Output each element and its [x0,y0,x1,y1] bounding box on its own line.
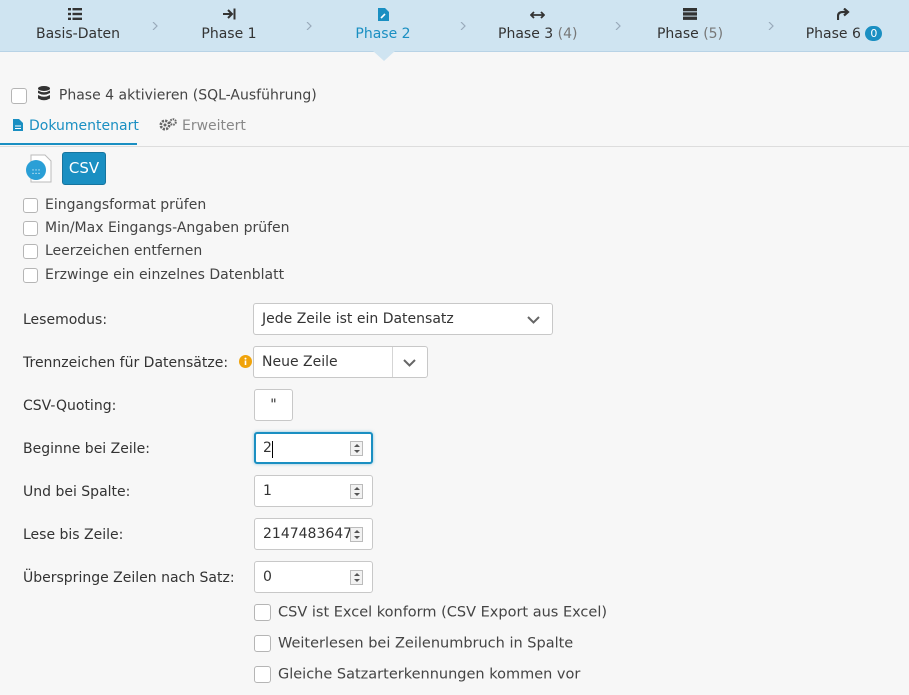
list-icon [36,8,114,24]
wizard-bar: Basis-Daten Phase 1 Phase 2 Phase 3 (4) … [0,0,909,52]
step-label: Phase 6 0 [803,26,885,42]
checkbox[interactable] [23,197,38,213]
step-phase-5[interactable]: Phase (5) [656,0,724,51]
step-label: Phase 3 (4) [498,26,578,42]
step-phase-1[interactable]: Phase 1 [200,0,258,51]
check-excel-konform[interactable]: CSV ist Excel konform (CSV Export aus Ex… [254,604,607,621]
check-minmax[interactable]: Min/Max Eingangs-Angaben prüfen [23,220,290,236]
chevron-right-icon [615,22,621,30]
arrow-to-right-icon [200,8,258,24]
check-weiterlesen[interactable]: Weiterlesen bei Zeilenumbruch in Spalte [254,635,573,652]
quoting-input[interactable]: " [254,389,293,421]
spinner-icon[interactable] [350,484,363,499]
step-phase-3[interactable]: Phase 3 (4) [498,0,578,51]
ueberspringe-input[interactable]: 0 [254,561,373,593]
tab-erweitert[interactable]: Erweitert [159,118,246,135]
phase4-toggle[interactable]: Phase 4 aktivieren (SQL-Ausführung) [11,86,317,105]
trennzeichen-label: Trennzeichen für Datensätze: [23,355,252,372]
check-satzarterkennungen[interactable]: Gleiche Satzarterkennungen kommen vor [254,666,580,683]
chevron-right-icon [306,22,312,30]
lese-bis-label: Lese bis Zeile: [23,527,124,543]
spalte-input[interactable]: 1 [254,475,373,507]
ueberspringe-label: Überspringe Zeilen nach Satz: [23,570,235,586]
step-label: Phase (5) [656,26,724,42]
active-step-pointer [373,51,395,61]
file-edit-icon [354,8,412,24]
phase4-label: Phase 4 aktivieren (SQL-Ausführung) [58,87,317,104]
step-phase-2[interactable]: Phase 2 [354,0,412,51]
spinner-icon[interactable] [350,570,363,585]
spinner-icon[interactable] [350,527,363,542]
info-icon [238,355,252,372]
checkbox[interactable] [254,635,271,652]
file-icon [13,119,23,135]
step-label: Basis-Daten [36,26,121,42]
chevron-right-icon [152,22,158,30]
quoting-label: CSV-Quoting: [23,398,117,414]
beginne-zeile-label: Beginne bei Zeile: [23,441,150,457]
share-arrow-icon [803,7,885,24]
step-label: Phase 2 [355,26,411,42]
text-cursor [272,441,273,458]
tab-dokumentenart[interactable]: Dokumentenart [13,118,139,135]
chevron-right-icon [460,22,466,30]
svg-text::::: ::: [31,167,40,177]
check-datenblatt[interactable]: Erzwinge ein einzelnes Datenblatt [23,267,284,283]
lese-bis-input[interactable]: 2147483647 [254,518,373,550]
csv-button[interactable]: CSV [62,152,106,185]
checkbox[interactable] [23,243,38,259]
checkbox[interactable] [23,267,38,283]
checkbox[interactable] [254,604,271,621]
server-icon [656,8,724,24]
tab-bar: Dokumentenart Erweitert [0,112,909,147]
lesemodus-select[interactable]: Jede Zeile ist ein Datensatz [253,303,553,335]
check-eingangsformat[interactable]: Eingangsformat prüfen [23,197,206,213]
divider [392,347,393,377]
chevron-down-icon [527,316,540,324]
chevron-right-icon [768,22,774,30]
active-tab-indicator [0,143,137,145]
gears-icon [159,118,177,135]
csv-file-icon: ::: [23,154,53,188]
step-basis-daten[interactable]: Basis-Daten [36,0,121,51]
checkbox[interactable] [254,666,271,683]
step-phase-6[interactable]: Phase 6 0 [803,0,885,51]
beginne-zeile-input[interactable]: 2 [254,432,373,464]
lesemodus-label: Lesemodus: [23,312,108,328]
phase4-checkbox[interactable] [11,87,27,104]
step-label: Phase 1 [201,26,257,42]
trennzeichen-select[interactable]: Neue Zeile [253,346,428,378]
chevron-down-icon [403,359,416,367]
spalte-label: Und bei Spalte: [23,484,131,500]
check-leerzeichen[interactable]: Leerzeichen entfernen [23,243,202,259]
database-icon [38,86,51,105]
checkbox[interactable] [23,220,38,236]
count-badge: 0 [865,26,883,41]
arrows-horizontal-icon [498,8,576,24]
spinner-icon[interactable] [350,441,363,456]
